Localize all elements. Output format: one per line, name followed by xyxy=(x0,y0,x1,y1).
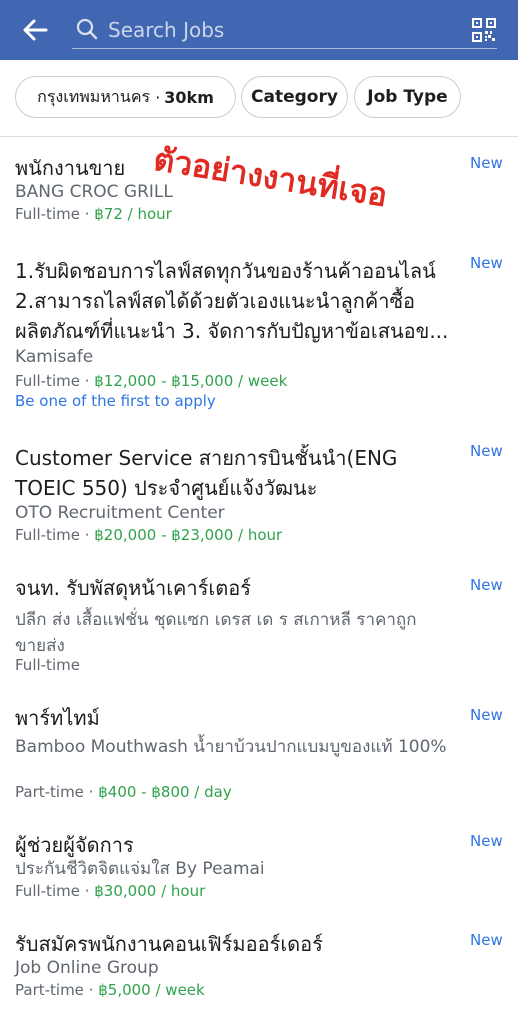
early-applicant-note: Be one of the first to apply xyxy=(15,392,216,410)
job-meta: Full-time · ฿72 / hour xyxy=(15,205,172,223)
job-company: OTO Recruitment Center xyxy=(15,503,225,523)
new-badge: New xyxy=(470,576,503,594)
back-arrow-icon[interactable] xyxy=(22,17,48,43)
job-type: Full-time xyxy=(15,526,80,544)
job-meta: Full-time · ฿20,000 - ฿23,000 / hour xyxy=(15,526,283,544)
job-type: Part-time xyxy=(15,783,84,801)
job-title: รับสมัครพนักงานคอนเฟิร์มออร์เดอร์ xyxy=(15,932,323,956)
job-pay: ฿30,000 / hour xyxy=(94,882,206,900)
job-company: Job Online Group xyxy=(15,958,159,978)
new-badge: New xyxy=(470,931,503,949)
job-title: พนักงานขาย xyxy=(15,156,126,180)
job-type: Full-time xyxy=(15,205,80,223)
separator-dot: · xyxy=(150,87,161,107)
location-filter-chip[interactable]: กรุงเทพมหานคร · 30km xyxy=(15,76,236,118)
qr-code-icon[interactable] xyxy=(472,18,496,42)
filter-bar: กรุงเทพมหานคร · 30km Category Job Type xyxy=(0,60,518,137)
job-company: ประกันชีวิตจิตแจ่มใส By Peamai xyxy=(15,859,265,879)
job-meta: Full-time · ฿30,000 / hour xyxy=(15,882,206,900)
search-icon xyxy=(76,18,98,40)
new-badge: New xyxy=(470,832,503,850)
job-meta: Part-time · ฿5,000 / week xyxy=(15,981,205,999)
radius-label: 30km xyxy=(164,87,214,107)
job-pay: ฿20,000 - ฿23,000 / hour xyxy=(94,526,283,544)
job-type: Full-time xyxy=(15,372,80,390)
top-bar xyxy=(0,0,518,60)
job-pay: ฿72 / hour xyxy=(94,205,172,223)
job-title: 1.รับผิดชอบการไลฟ์สดทุกวันของร้านค้าออนไ… xyxy=(15,259,449,343)
job-company: ปลีก ส่ง เสื้อแฟชั่น ชุดแซก เดรส เด ร สเ… xyxy=(15,610,417,656)
new-badge: New xyxy=(470,154,503,172)
new-badge: New xyxy=(470,442,503,460)
job-company: Bamboo Mouthwash น้ำยาบ้วนปากแบมบูของแท้… xyxy=(15,737,447,757)
job-type: Full-time xyxy=(15,656,80,674)
job-pay: ฿400 - ฿800 / day xyxy=(98,783,232,801)
job-title: ผู้ช่วยผู้จัดการ xyxy=(15,833,134,857)
location-label: กรุงเทพมหานคร xyxy=(37,86,151,106)
job-type: Part-time xyxy=(15,981,84,999)
job-meta: Full-time · ฿12,000 - ฿15,000 / week xyxy=(15,372,288,390)
job-pay: ฿5,000 / week xyxy=(98,981,205,999)
job-meta: Part-time · ฿400 - ฿800 / day xyxy=(15,783,232,801)
category-filter-chip[interactable]: Category xyxy=(241,76,348,118)
new-badge: New xyxy=(470,706,503,724)
job-title: Customer Service สายการบินชั้นนำ(ENG TOE… xyxy=(15,446,398,500)
new-badge: New xyxy=(470,254,503,272)
search-bar[interactable] xyxy=(72,12,497,49)
job-type-filter-chip[interactable]: Job Type xyxy=(354,76,461,118)
job-meta: Full-time xyxy=(15,655,80,675)
search-input[interactable] xyxy=(106,12,450,48)
job-company: BANG CROC GRILL xyxy=(15,182,173,202)
job-title: จนท. รับพัสดุหน้าเคาร์เตอร์ xyxy=(15,576,251,600)
job-title: พาร์ทไทม์ xyxy=(15,706,100,730)
job-pay: ฿12,000 - ฿15,000 / week xyxy=(94,372,288,390)
job-company: Kamisafe xyxy=(15,347,94,367)
job-type: Full-time xyxy=(15,882,80,900)
